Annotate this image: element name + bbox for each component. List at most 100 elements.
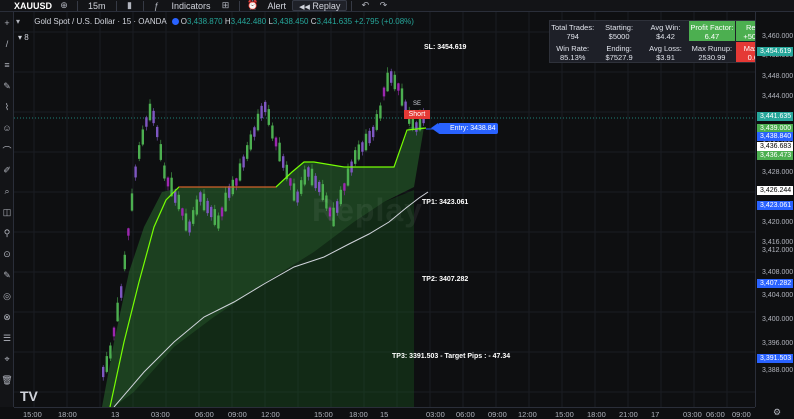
top-toolbar: XAUUSD ⊕ 15m ▮ ƒ Indicators ⊞ ⏰ Alert ◀◀… xyxy=(0,0,794,12)
short-signal-badge: Short xyxy=(404,110,430,119)
candle-body xyxy=(282,156,285,168)
candle-body xyxy=(123,254,126,270)
price-level-label: 3,426.244 xyxy=(757,186,793,195)
alert-icon[interactable]: ⏰ xyxy=(244,0,262,11)
drawing-tool-icon[interactable]: ⊗ xyxy=(1,312,13,323)
entry-label: Entry: 3438.84 xyxy=(431,123,498,134)
candle-body xyxy=(228,186,231,198)
candle-body xyxy=(390,71,393,83)
time-tick-label: 12:00 xyxy=(261,410,280,419)
time-tick-label: 15:00 xyxy=(23,410,42,419)
undo-icon[interactable]: ↶ xyxy=(356,0,374,11)
price-tick-label: 3,408.000 xyxy=(762,269,794,276)
candle-body xyxy=(134,166,137,178)
add-symbol-icon[interactable]: ⊕ xyxy=(55,0,73,11)
candle-body xyxy=(199,192,202,202)
price-level-label: 3,454.619 xyxy=(757,47,793,56)
candle-body xyxy=(314,175,317,189)
layout-icon[interactable]: ⊞ xyxy=(217,0,235,11)
candle-body xyxy=(112,327,116,337)
stat-label: Starting: xyxy=(605,23,634,32)
stat-label: Avg Loss: xyxy=(649,44,682,53)
drawing-tool-icon[interactable]: ✎ xyxy=(1,270,13,281)
candle-body xyxy=(249,134,252,150)
drawing-tool-icon[interactable]: + xyxy=(1,18,13,28)
candle-body xyxy=(343,183,346,191)
redo-icon[interactable]: ↷ xyxy=(374,0,392,11)
stat-label: Ending: xyxy=(606,44,632,53)
stat-cell: Profit Factor: 6.47 xyxy=(689,21,735,41)
collapse-legend-icon[interactable]: ▾ xyxy=(16,17,20,26)
candle-body xyxy=(393,74,396,90)
alert-button[interactable]: Alert xyxy=(262,1,293,11)
drawing-toolbar: + / ≡ ✎ ⌇ ☺ ⌒ ✐ ⌕ ◫ ⚲ ⊙ ✎ ◎ ⊗ ☰ ⌖ 🗑 xyxy=(0,12,14,407)
drawing-tool-icon[interactable]: ⚲ xyxy=(1,228,13,239)
stat-label: Win Rate: xyxy=(556,44,590,53)
stat-label: Max Runup: xyxy=(691,44,733,53)
stat-value: $3.91 xyxy=(656,53,675,62)
candle-body xyxy=(292,183,296,201)
stop-loss-label: SL: 3454.619 xyxy=(424,44,467,51)
candle-body xyxy=(145,117,148,127)
candle-body xyxy=(235,178,238,186)
candle-body xyxy=(213,209,216,225)
interval-button[interactable]: 15m xyxy=(82,1,112,11)
candle-body xyxy=(372,126,375,138)
stat-value: $7527.9 xyxy=(605,53,633,62)
price-tick-label: 3,460.000 xyxy=(762,33,794,40)
time-axis[interactable]: 15:00 18:00 13 03:00 06:00 09:00 12:00 15:00 18:… xyxy=(14,407,755,419)
candle-body xyxy=(152,110,155,124)
drawing-tool-icon[interactable]: 🗑 xyxy=(1,375,13,386)
chart-type-icon[interactable]: ▮ xyxy=(121,0,139,11)
indicators-button[interactable]: Indicators xyxy=(166,1,217,11)
drawing-tool-icon[interactable]: ⊙ xyxy=(1,249,13,260)
price-tick-label: 3,428.000 xyxy=(762,169,794,176)
candle-body xyxy=(156,126,159,138)
time-tick-label: 03:00 xyxy=(683,410,702,419)
drawing-tool-icon[interactable]: / xyxy=(1,39,13,49)
chart-legend: ▾ Gold Spot / U.S. Dollar · 15 · OANDA O… xyxy=(16,17,414,26)
drawing-tool-icon[interactable]: ⌇ xyxy=(1,102,13,113)
drawing-tool-icon[interactable]: ⌕ xyxy=(1,186,13,197)
replay-watermark: Replay xyxy=(312,192,423,228)
drawing-tool-icon[interactable]: ✎ xyxy=(1,81,13,92)
candle-body xyxy=(224,192,227,212)
candle-body xyxy=(271,125,274,139)
legend-close: 3,441.635 xyxy=(316,17,353,26)
time-tick-label: 03:00 xyxy=(151,410,170,419)
price-tick-label: 3,448.000 xyxy=(762,73,794,80)
candle-body xyxy=(361,142,364,152)
candle-body xyxy=(109,345,112,359)
candle-body xyxy=(181,208,184,216)
symbol-search[interactable]: XAUUSD xyxy=(0,1,55,11)
candle-body xyxy=(300,180,303,194)
legend-high: 3,442.480 xyxy=(230,17,267,26)
stat-cell: Ending: $7527.9 xyxy=(596,42,641,62)
indicator-legend[interactable]: ▾ 8 xyxy=(18,33,29,42)
tradingview-logo: TV xyxy=(20,388,38,404)
drawing-tool-icon[interactable]: ☰ xyxy=(1,333,13,344)
drawing-tool-icon[interactable]: ◎ xyxy=(1,291,13,302)
candle-body xyxy=(364,133,368,151)
time-tick-label: 13 xyxy=(111,410,120,419)
stat-value: 2530.99 xyxy=(698,53,726,62)
candle-body xyxy=(116,302,119,322)
legend-title[interactable]: Gold Spot / U.S. Dollar · 15 · OANDA xyxy=(34,17,166,26)
drawing-tool-icon[interactable]: ⌖ xyxy=(1,354,13,365)
drawing-tool-icon[interactable]: ✐ xyxy=(1,165,13,176)
candle-body xyxy=(246,145,249,159)
candle-body xyxy=(318,181,321,193)
candle-body xyxy=(386,72,389,92)
drawing-tool-icon[interactable]: ≡ xyxy=(1,60,13,70)
candle-body xyxy=(296,191,299,203)
drawing-tool-icon[interactable]: ◫ xyxy=(1,207,13,218)
price-tick-label: 3,444.000 xyxy=(762,93,794,100)
drawing-tool-icon[interactable]: ⌒ xyxy=(1,144,13,157)
drawing-tool-icon[interactable]: ☺ xyxy=(1,123,13,133)
replay-button[interactable]: ◀◀ Replay xyxy=(292,0,348,11)
chart-settings-icon[interactable]: ⚙ xyxy=(760,407,794,419)
indicators-icon[interactable]: ƒ xyxy=(148,1,166,11)
candle-body xyxy=(127,228,130,236)
candle-body xyxy=(210,206,213,218)
candle-body xyxy=(310,168,314,186)
